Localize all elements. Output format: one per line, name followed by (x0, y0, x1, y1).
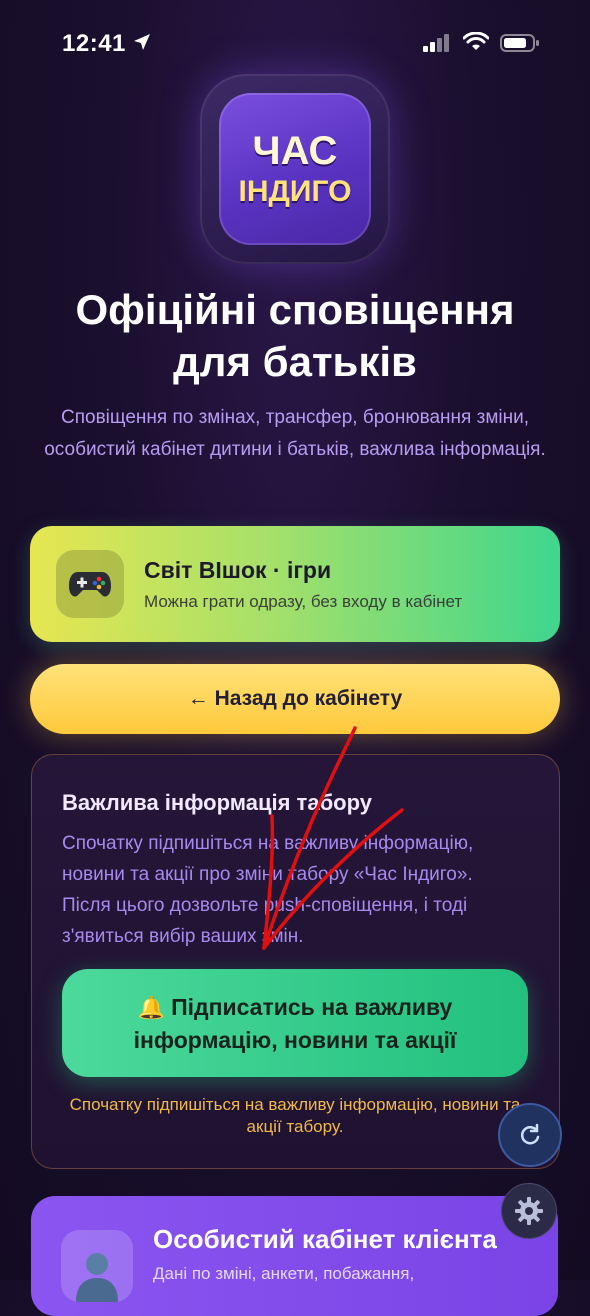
gamepad-icon (69, 572, 111, 597)
games-card-subtitle: Можна грати одразу, без входу в кабінет (144, 592, 463, 611)
signal-icon (423, 34, 449, 52)
status-time: 12:41 (62, 30, 126, 57)
subscribe-button-label: Підписатись на важливу інформацію, новин… (133, 993, 457, 1053)
avatar (61, 1230, 133, 1302)
page-subtitle: Сповіщення по змінах, трансфер, бронюван… (44, 407, 546, 460)
cabinet-card-title: Особистий кабінет клієнта (153, 1224, 497, 1254)
logo-text-line2: ІНДИГО (238, 175, 352, 208)
red-arrow-annotation (262, 726, 404, 950)
person-icon (76, 1253, 118, 1302)
page-title-line2: для батьків (173, 338, 417, 385)
refresh-icon (520, 1123, 540, 1145)
subscribe-hint: Спочатку підпишіться на важливу інформац… (69, 1095, 521, 1136)
page-title: Офіційні сповіщення для батьків (20, 284, 570, 388)
wifi-icon (463, 32, 489, 50)
gear-icon (515, 1197, 543, 1225)
logo-text-line1: ЧАС (252, 129, 338, 173)
games-card-title: Світ ВІшок · ігри (144, 557, 332, 583)
subscribe-button[interactable]: 🔔 Підписатись на важливу інформацію, нови… (62, 969, 528, 1077)
app-logo: ЧАС ІНДИГО (219, 93, 371, 245)
gamepad-icon-box (56, 550, 124, 618)
settings-button[interactable] (501, 1183, 557, 1239)
battery-icon (500, 34, 539, 52)
location-arrow-icon (134, 34, 150, 50)
subscribe-button-label-wrap: 🔔 Підписатись на важливу інформацію, нови… (85, 991, 505, 1056)
cabinet-card-subtitle: Дані по зміні, анкети, побажання, (153, 1264, 415, 1283)
refresh-button[interactable] (498, 1103, 562, 1167)
bell-icon: 🔔 (137, 994, 166, 1020)
page-title-line1: Офіційні сповіщення (75, 286, 515, 333)
